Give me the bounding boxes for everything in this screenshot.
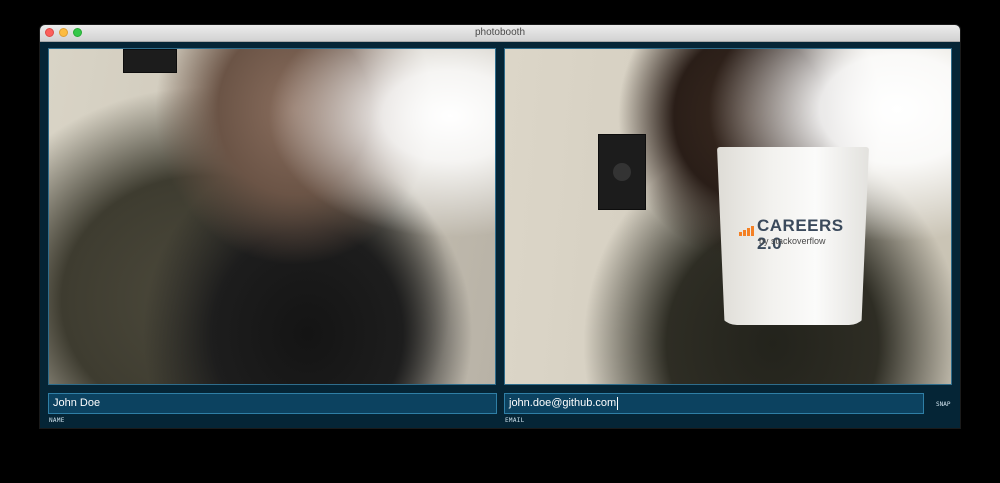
mug-logo-text: CAREERS 2.0	[757, 216, 844, 253]
camera-feed-right: CAREERS 2.0 by stackoverflow	[504, 48, 952, 385]
photobooth-window: photobooth CAREERS 2.0 by stackoverflow …	[40, 25, 960, 428]
email-label: EMAIL	[505, 417, 525, 424]
snap-button[interactable]: SNAP	[930, 393, 952, 414]
speaker-image	[598, 134, 646, 210]
camera-feed-left	[48, 48, 496, 385]
mug-logo-subtext: by stackoverflow	[759, 236, 826, 246]
name-input-value: John Doe	[53, 397, 101, 409]
speaker-cone	[613, 163, 631, 181]
stackoverflow-logo-icon	[739, 226, 755, 236]
email-input[interactable]: john.doe@github.com	[504, 393, 924, 414]
window-title: photobooth	[474, 27, 526, 38]
name-input[interactable]: John Doe	[48, 393, 497, 414]
title-bar[interactable]: photobooth	[40, 25, 960, 42]
text-caret	[617, 396, 619, 410]
speaker-image	[123, 49, 177, 73]
email-input-value: john.doe@github.com	[509, 397, 617, 409]
name-label: NAME	[49, 417, 65, 424]
mug-image: CAREERS 2.0 by stackoverflow	[717, 147, 869, 325]
